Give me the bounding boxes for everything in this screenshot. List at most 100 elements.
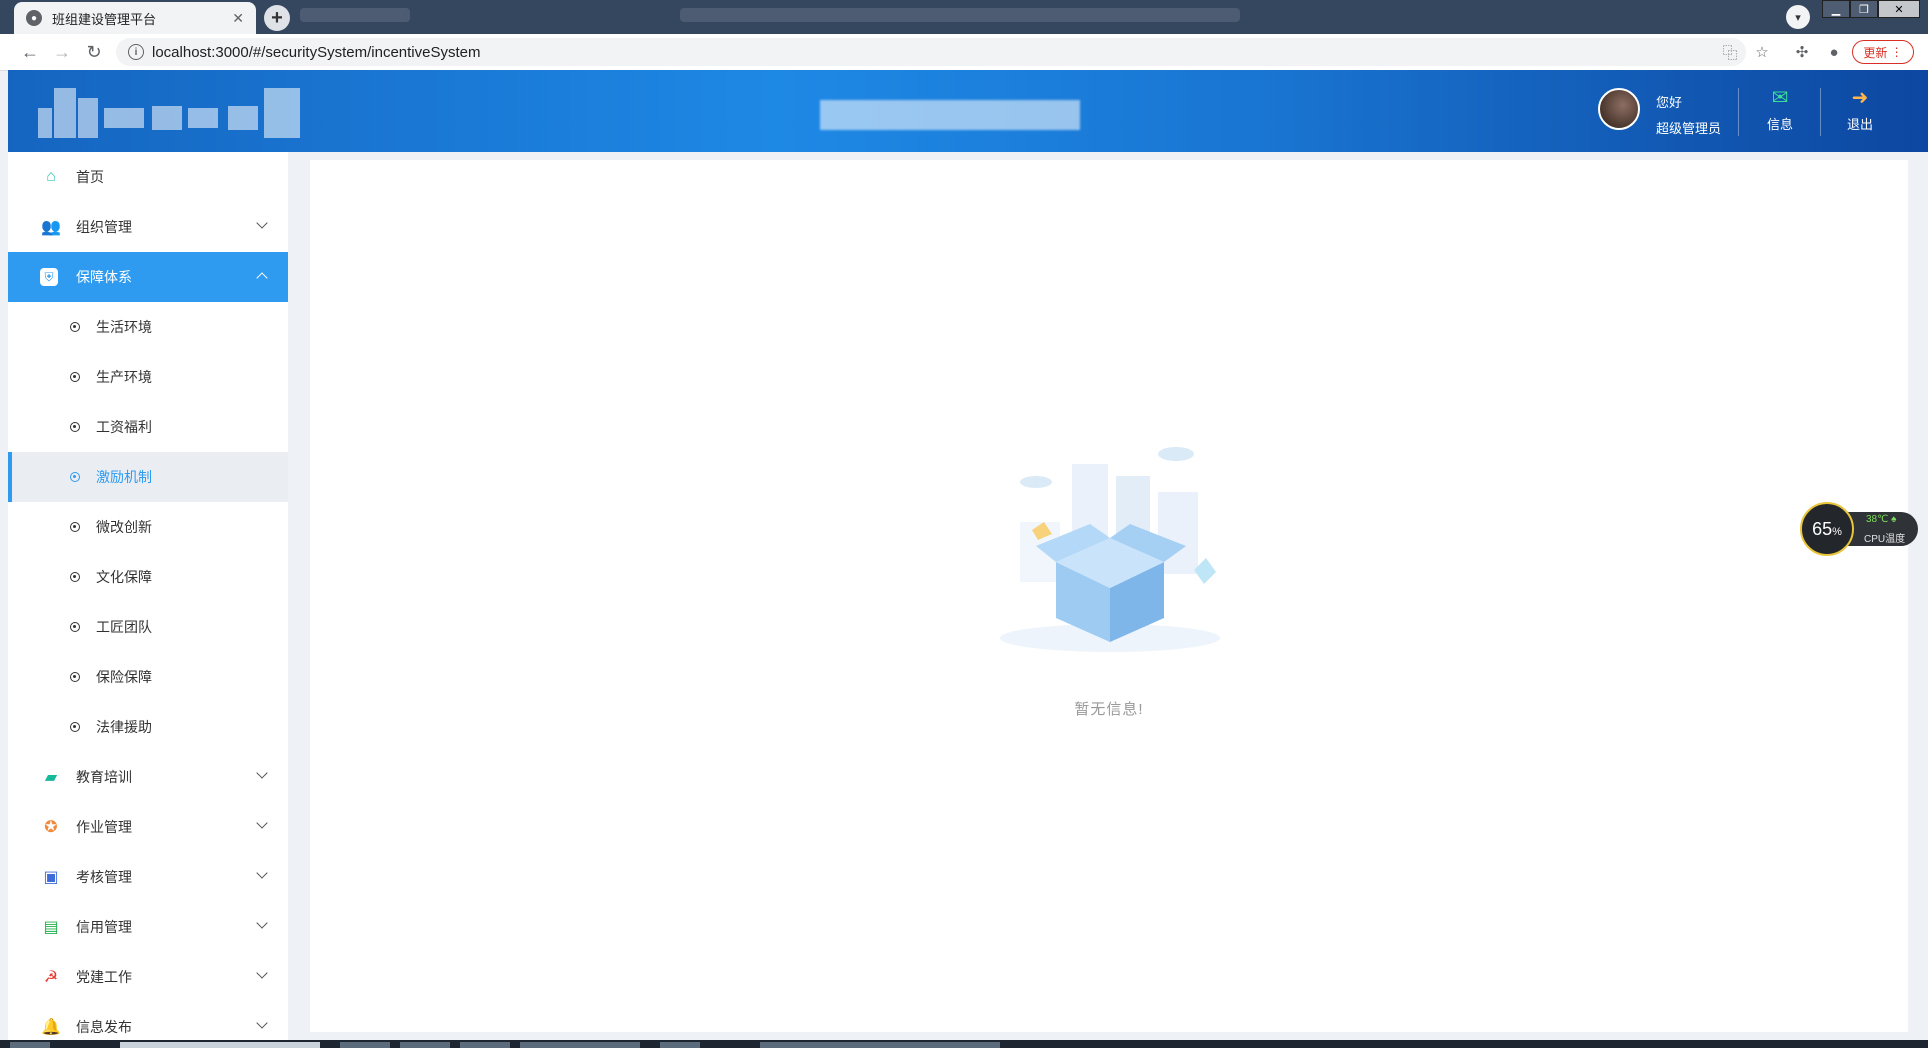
update-label: 更新	[1863, 45, 1888, 60]
logout-label: 退出	[1846, 117, 1873, 132]
radio-dot-icon	[70, 672, 80, 682]
tab-title: 班组建设管理平台	[52, 11, 157, 27]
submenu-item-culture[interactable]: 文化保障	[8, 552, 288, 602]
submenu-item-salary-welfare[interactable]: 工资福利	[8, 402, 288, 452]
window-controls: ▁ ❐ ✕	[1822, 0, 1920, 18]
url-text: localhost:3000/#/securitySystem/incentiv…	[152, 43, 481, 61]
close-icon[interactable]: ✕	[232, 10, 244, 27]
sidebar-item-label: 教育培训	[76, 769, 132, 785]
sidebar-item-operations[interactable]: ✪ 作业管理	[8, 802, 288, 852]
close-window-icon[interactable]: ✕	[1878, 0, 1920, 18]
new-tab-button[interactable]: +	[264, 5, 290, 31]
chevron-down-icon	[256, 867, 268, 879]
credit-card-icon: ▤	[43, 919, 59, 936]
leaf-icon: ♠	[1891, 514, 1897, 525]
cpu-temperature: 38℃ ♠	[1866, 514, 1897, 525]
chevron-down-icon	[256, 917, 268, 929]
messages-button[interactable]: ✉ 信息	[1755, 86, 1805, 133]
bell-icon: 🔔	[41, 1019, 61, 1036]
blurred-tab	[300, 8, 410, 22]
back-icon[interactable]: ←	[18, 40, 42, 64]
users-icon: 👥	[41, 219, 61, 236]
logout-icon: ➜	[1851, 87, 1869, 109]
submenu-item-micro-innovation[interactable]: 微改创新	[8, 502, 288, 552]
user-greeting: 您好 超级管理员	[1656, 90, 1721, 142]
chevron-down-icon	[256, 817, 268, 829]
cpu-usage-gauge: 65%	[1800, 502, 1854, 556]
sidebar-item-label: 作业管理	[76, 819, 132, 835]
info-icon[interactable]: i	[128, 44, 144, 60]
chevron-down-icon	[256, 217, 268, 229]
chevron-down-icon	[256, 1017, 268, 1029]
sidebar-item-label: 组织管理	[76, 219, 132, 235]
app-header: 您好 超级管理员 ✉ 信息 ➜ 退出	[8, 70, 1928, 152]
submenu-label: 生活环境	[96, 319, 152, 335]
avatar[interactable]	[1598, 88, 1640, 130]
home-icon: ⌂	[46, 168, 56, 185]
sidebar-item-credit[interactable]: ▤ 信用管理	[8, 902, 288, 952]
sidebar-item-security-system[interactable]: ⛨ 保障体系	[8, 252, 288, 302]
browser-tab-strip: ● 班组建设管理平台 ✕ + ▾ ▁ ❐ ✕	[0, 0, 1928, 34]
submenu-label: 微改创新	[96, 519, 152, 535]
assessment-icon: ▣	[43, 869, 59, 886]
extensions-icon[interactable]: ✣	[1792, 42, 1812, 62]
radio-dot-icon	[70, 472, 80, 482]
radio-dot-icon	[70, 622, 80, 632]
sidebar-item-home[interactable]: ⌂ 首页	[8, 152, 288, 202]
sidebar-item-label: 首页	[76, 169, 104, 185]
browser-toolbar: ← → ↻ i localhost:3000/#/securitySystem/…	[0, 34, 1928, 71]
greeting-text: 您好	[1656, 95, 1683, 110]
sidebar-item-training[interactable]: ▰ 教育培训	[8, 752, 288, 802]
sidebar-item-assessment[interactable]: ▣ 考核管理	[8, 852, 288, 902]
app-title	[820, 100, 1080, 130]
update-button[interactable]: 更新 ⋮	[1852, 40, 1914, 64]
cpu-label: CPU温度	[1864, 534, 1906, 545]
minimize-icon[interactable]: ▁	[1822, 0, 1850, 18]
translate-icon[interactable]: ⿻	[1720, 42, 1740, 62]
cpu-monitor-widget[interactable]: 38℃ ♠ CPU温度 65%	[1800, 502, 1918, 556]
globe-icon: ●	[26, 10, 42, 26]
submenu-item-insurance[interactable]: 保险保障	[8, 652, 288, 702]
reload-icon[interactable]: ↻	[82, 40, 106, 64]
cpu-percent-unit: %	[1832, 526, 1842, 538]
username-text: 超级管理员	[1656, 121, 1722, 136]
submenu-item-production-environment[interactable]: 生产环境	[8, 352, 288, 402]
chevron-down-icon	[256, 767, 268, 779]
main-content: 暂无信息!	[310, 160, 1908, 1032]
sidebar-item-party-building[interactable]: ☭ 党建工作	[8, 952, 288, 1002]
empty-box-illustration	[1000, 447, 1220, 652]
logout-button[interactable]: ➜ 退出	[1835, 86, 1885, 133]
header-divider	[1820, 88, 1821, 136]
logo	[38, 82, 300, 140]
star-icon[interactable]: ☆	[1752, 42, 1772, 62]
empty-state-text: 暂无信息!	[1074, 701, 1144, 718]
sidebar-item-organization[interactable]: 👥 组织管理	[8, 202, 288, 252]
sidebar-item-label: 保障体系	[76, 269, 132, 285]
submenu-item-incentive-system[interactable]: 激励机制	[8, 452, 288, 502]
header-divider	[1738, 88, 1739, 136]
radio-dot-icon	[70, 422, 80, 432]
submenu-item-craftsman-team[interactable]: 工匠团队	[8, 602, 288, 652]
submenu-label: 激励机制	[96, 469, 152, 485]
submenu-label: 生产环境	[96, 369, 152, 385]
mail-icon: ✉	[1771, 87, 1789, 109]
chevron-down-icon	[256, 967, 268, 979]
radio-dot-icon	[70, 522, 80, 532]
messages-label: 信息	[1766, 117, 1793, 132]
browser-tab[interactable]: ● 班组建设管理平台 ✕	[14, 2, 256, 34]
task-icon: ✪	[44, 819, 58, 836]
profile-icon[interactable]: ●	[1824, 42, 1844, 62]
submenu-item-legal-aid[interactable]: 法律援助	[8, 702, 288, 752]
address-bar[interactable]: i localhost:3000/#/securitySystem/incent…	[116, 38, 1746, 66]
cpu-percent: 65	[1812, 518, 1833, 539]
sidebar: ⌂ 首页 👥 组织管理 ⛨ 保障体系 生活环境 生产环境 工资福利 激励机制 微…	[8, 152, 288, 1048]
submenu-label: 工匠团队	[96, 619, 152, 635]
forward-icon[interactable]: →	[50, 40, 74, 64]
chevron-down-icon[interactable]: ▾	[1786, 5, 1810, 29]
sidebar-item-label: 信用管理	[76, 919, 132, 935]
maximize-icon[interactable]: ❐	[1850, 0, 1878, 18]
party-icon: ☭	[43, 969, 59, 986]
training-icon: ▰	[44, 769, 58, 786]
submenu-item-living-environment[interactable]: 生活环境	[8, 302, 288, 352]
chevron-up-icon	[256, 272, 268, 284]
